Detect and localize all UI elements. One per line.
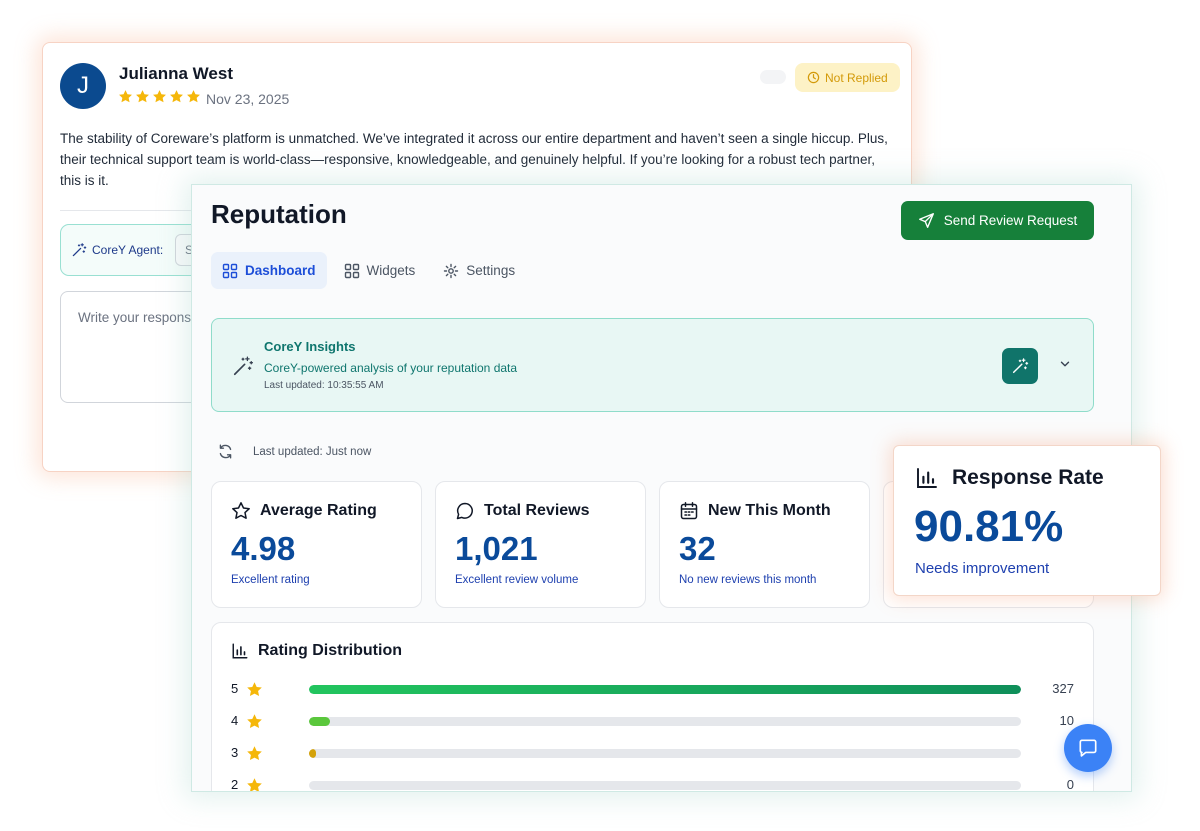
stat-title: New This Month xyxy=(708,502,831,519)
response-rate-header: Response Rate xyxy=(915,466,1104,490)
tab-bar: Dashboard Widgets Settings xyxy=(211,252,526,289)
star-icon xyxy=(170,90,183,103)
refresh-icon[interactable] xyxy=(217,443,234,460)
star-icon xyxy=(187,90,200,103)
distribution-title: Rating Distribution xyxy=(258,642,402,659)
stat-title: Average Rating xyxy=(260,502,377,519)
distribution-star-label: 2 xyxy=(231,777,239,792)
star-icon xyxy=(153,90,166,103)
distribution-header: Rating Distribution xyxy=(231,642,402,660)
distribution-count: 327 xyxy=(1052,681,1074,696)
reviewer-name: Julianna West xyxy=(119,64,233,83)
reply-toggle[interactable] xyxy=(760,70,786,84)
star-outline-icon xyxy=(232,502,250,519)
agent-label-text: CoreY Agent: xyxy=(92,243,164,257)
distribution-count: 0 xyxy=(1066,777,1074,792)
stat-value: 4.98 xyxy=(231,530,296,567)
stat-value: 32 xyxy=(679,530,716,567)
response-rate-value: 90.81% xyxy=(914,502,1064,551)
distribution-bar-fill xyxy=(309,749,317,758)
stat-subtext: No new reviews this month xyxy=(679,574,817,586)
distribution-bar-track xyxy=(309,781,1021,790)
distribution-count: 10 xyxy=(1059,713,1074,728)
widgets-icon xyxy=(344,263,359,278)
insights-title: CoreY Insights xyxy=(264,339,356,354)
last-updated-text: Last updated: Just now xyxy=(253,446,372,458)
distribution-star-label: 5 xyxy=(231,681,239,696)
send-button-label: Send Review Request xyxy=(943,213,1078,228)
distribution-bar-track xyxy=(309,749,1021,758)
insights-updated: Last updated: 10:35:55 AM xyxy=(264,380,384,391)
tab-settings[interactable]: Settings xyxy=(432,252,526,289)
tab-label: Dashboard xyxy=(245,263,316,278)
distribution-row: 5 327 xyxy=(231,680,1074,700)
response-rate-card: Response Rate 90.81% Needs improvement xyxy=(893,445,1161,596)
send-icon xyxy=(918,213,934,228)
chat-bubble-icon xyxy=(456,502,473,520)
response-placeholder: Write your respons xyxy=(78,310,192,325)
distribution-bar-fill xyxy=(309,717,331,726)
tab-label: Widgets xyxy=(366,263,416,278)
agent-label: CoreY Agent: xyxy=(71,242,163,258)
tab-widgets[interactable]: Widgets xyxy=(333,252,427,289)
star-icon xyxy=(247,682,262,697)
send-review-request-button[interactable]: Send Review Request xyxy=(901,201,1094,240)
stat-header: Total Reviews xyxy=(455,501,590,521)
star-icon xyxy=(247,778,262,791)
distribution-row: 3 xyxy=(231,744,1074,764)
chevron-down-icon[interactable] xyxy=(1058,357,1072,371)
avatar: J xyxy=(60,63,106,109)
star-icon xyxy=(247,746,262,761)
status-badge-label: Not Replied xyxy=(825,70,888,85)
distribution-star-label: 3 xyxy=(231,745,239,760)
rating-distribution-card: Rating Distribution 5 327 4 10 3 2 0 xyxy=(211,622,1094,792)
clock-icon xyxy=(807,71,820,84)
bar-chart-icon xyxy=(232,643,248,659)
star-icon xyxy=(247,714,262,729)
distribution-row: 20 xyxy=(231,776,1074,792)
corey-insights-panel: CoreY Insights CoreY-powered analysis of… xyxy=(211,318,1094,412)
stat-header: Average Rating xyxy=(231,501,377,521)
tab-label: Settings xyxy=(466,263,516,278)
review-date: Nov 23, 2025 xyxy=(206,91,290,107)
stat-card-average-rating: Average Rating 4.98 Excellent rating xyxy=(211,481,422,608)
generate-insights-button[interactable] xyxy=(1002,348,1038,384)
stat-header: New This Month xyxy=(679,501,831,521)
stat-card-total-reviews: Total Reviews 1,021 Excellent review vol… xyxy=(435,481,646,608)
distribution-bar-track xyxy=(309,717,1021,726)
grid-icon xyxy=(222,263,238,278)
distribution-star-label: 4 xyxy=(231,713,239,728)
stat-subtext: Excellent rating xyxy=(231,574,310,586)
distribution-row: 4 10 xyxy=(231,712,1074,732)
status-badge: Not Replied xyxy=(795,63,900,92)
review-text: The stability of Coreware’s platform is … xyxy=(60,131,888,188)
response-rate-title: Response Rate xyxy=(952,466,1104,489)
gear-icon xyxy=(444,263,459,278)
insights-subtitle: CoreY-powered analysis of your reputatio… xyxy=(264,361,518,375)
stat-title: Total Reviews xyxy=(484,502,590,519)
magic-wand-icon xyxy=(72,243,87,257)
tab-dashboard[interactable]: Dashboard xyxy=(211,252,327,289)
chat-button[interactable] xyxy=(1064,724,1112,772)
page-title: Reputation xyxy=(211,199,347,229)
stat-card-new-this-month: New This Month 32 No new reviews this mo… xyxy=(659,481,870,608)
magic-wand-icon xyxy=(233,356,254,376)
star-icon xyxy=(136,90,149,103)
calendar-icon xyxy=(680,502,698,520)
distribution-bar-track xyxy=(309,685,1021,694)
distribution-bar-fill xyxy=(309,685,1021,694)
chat-icon xyxy=(1079,739,1097,757)
star-icon xyxy=(119,90,132,103)
magic-wand-icon xyxy=(1012,358,1029,374)
review-stars xyxy=(118,89,201,104)
bar-chart-icon xyxy=(917,468,937,488)
stat-subtext: Excellent review volume xyxy=(455,574,579,586)
response-rate-subtext: Needs improvement xyxy=(915,560,1050,577)
stat-value: 1,021 xyxy=(455,530,538,567)
